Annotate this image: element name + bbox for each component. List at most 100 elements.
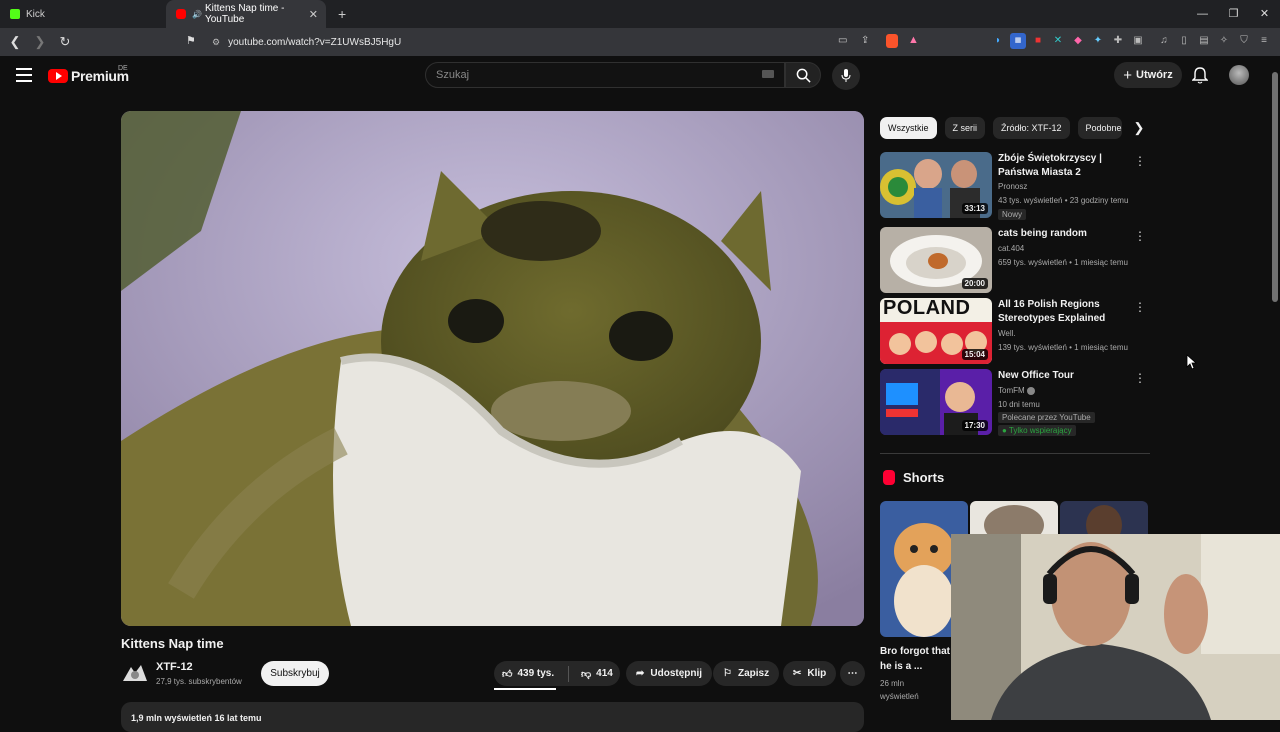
video-meta: 139 tys. wyświetleń • 1 miesiąc temu: [998, 343, 1128, 352]
chip-source[interactable]: Źródło: XTF-12: [993, 117, 1070, 139]
wallet-icon[interactable]: ▤: [1196, 33, 1212, 49]
share-icon[interactable]: ⇪: [861, 35, 869, 46]
music-icon[interactable]: ♫: [1156, 33, 1172, 49]
duration-badge: 15:04: [961, 349, 988, 360]
extension-icon[interactable]: ■: [1030, 33, 1046, 49]
video-thumbnail[interactable]: 20:00: [880, 227, 992, 293]
page-scrollbar[interactable]: [1270, 60, 1280, 720]
thumbs-up-icon: 👍︎: [502, 668, 513, 680]
video-title: Kittens Nap time: [121, 636, 224, 651]
search-input[interactable]: Szukaj: [425, 62, 785, 88]
thumbnail-text: POLAND: [883, 298, 971, 319]
more-vert-icon[interactable]: ⋮: [1134, 300, 1146, 314]
like-ratio-bar: [494, 688, 556, 690]
dislike-button[interactable]: 👎︎ 414: [575, 668, 613, 680]
search-button[interactable]: [785, 62, 821, 88]
video-title[interactable]: New Office Tour: [998, 369, 1138, 383]
extension-icon[interactable]: ◆: [1070, 33, 1086, 49]
save-button[interactable]: ⚐ Zapisz: [713, 661, 780, 686]
like-dislike-group: 👍︎ 439 tys. 👎︎ 414: [494, 661, 620, 686]
video-thumbnail[interactable]: 33:13: [880, 152, 992, 218]
video-thumbnail[interactable]: POLAND 15:04: [880, 298, 992, 364]
new-tab-button[interactable]: +: [338, 6, 346, 22]
duration-badge: 20:00: [961, 278, 988, 289]
extensions-icon[interactable]: ✚: [1110, 33, 1126, 49]
channel-name[interactable]: cat.404: [998, 244, 1024, 253]
more-actions-button[interactable]: ⋯: [840, 661, 865, 686]
extension-icon[interactable]: ✕: [1050, 33, 1066, 49]
menu-icon[interactable]: [16, 68, 32, 86]
url-text: youtube.com/watch?v=Z1UWsBJ5HgU: [228, 36, 402, 48]
extension-icon[interactable]: ◗: [990, 33, 1006, 49]
video-title[interactable]: cats being random: [998, 227, 1138, 241]
extension-icon[interactable]: ▦: [1010, 33, 1026, 49]
scrollbar-thumb[interactable]: [1272, 72, 1278, 302]
channel-name[interactable]: XTF-12: [156, 661, 193, 673]
recommended-badge: Polecane przez YouTube: [998, 412, 1095, 423]
tab-youtube[interactable]: 🔊 Kittens Nap time - YouTube ✕: [166, 0, 326, 28]
chip-series[interactable]: Z serii: [944, 117, 985, 139]
cast-icon[interactable]: ▭: [838, 35, 847, 46]
chevron-right-icon[interactable]: ❯: [1134, 120, 1145, 136]
address-bar[interactable]: ⚙ youtube.com/watch?v=Z1UWsBJ5HgU: [212, 31, 962, 53]
sidebar-icon[interactable]: ▯: [1176, 33, 1192, 49]
share-button[interactable]: ➦ Udostępnij: [626, 661, 713, 686]
webcam-overlay: [951, 534, 1280, 720]
scissors-icon: ✂: [793, 668, 802, 679]
brave-rewards-icon[interactable]: ▲: [908, 34, 919, 46]
brave-shield-icon[interactable]: [886, 34, 898, 48]
description-box[interactable]: 1,9 mln wyświetleń 16 lat temu: [121, 702, 864, 732]
more-vert-icon[interactable]: ⋮: [1134, 371, 1146, 385]
recommendation-item[interactable]: POLAND 15:04 All 16 Polish Regions Stere…: [880, 298, 1150, 364]
video-title[interactable]: Zbóje Świętokrzyscy | Państwa Miasta 2: [998, 152, 1138, 180]
like-button[interactable]: 👍︎ 439 tys.: [494, 668, 562, 680]
search-icon: [796, 68, 811, 83]
recommendation-item[interactable]: 33:13 Zbóje Świętokrzyscy | Państwa Mias…: [880, 152, 1150, 220]
video-player[interactable]: [121, 111, 864, 626]
short-title[interactable]: Bro forgot that he is a ...: [880, 644, 950, 674]
channel-name[interactable]: Well.: [998, 329, 1016, 338]
thumbs-down-icon: 👎︎: [581, 668, 592, 680]
minimize-icon[interactable]: —: [1187, 0, 1218, 28]
bookmark-icon[interactable]: ⚑: [186, 34, 196, 47]
menu-icon[interactable]: ≡: [1256, 33, 1272, 49]
dislike-count: 414: [596, 668, 613, 679]
chip-all[interactable]: Wszystkie: [880, 117, 937, 139]
tab-label: Kittens Nap time - YouTube: [204, 3, 285, 25]
reload-icon[interactable]: ↻: [55, 34, 75, 50]
leo-icon[interactable]: ✧: [1216, 33, 1232, 49]
close-window-icon[interactable]: ✕: [1249, 0, 1280, 28]
video-thumbnail[interactable]: 17:30: [880, 369, 992, 435]
more-vert-icon[interactable]: ⋮: [1134, 229, 1146, 243]
shorts-icon: [883, 470, 895, 485]
recommendation-item[interactable]: 17:30 New Office Tour TomFM 10 dni temu …: [880, 369, 1150, 439]
extension-icon[interactable]: ✦: [1090, 33, 1106, 49]
voice-search-button[interactable]: [832, 62, 860, 90]
channel-name[interactable]: TomFM: [998, 386, 1035, 395]
more-vert-icon[interactable]: ⋮: [1134, 154, 1146, 168]
vpn-icon[interactable]: ⛉: [1236, 33, 1252, 49]
clip-button[interactable]: ✂ Klip: [783, 661, 837, 686]
chip-related[interactable]: Podobne: [1077, 117, 1122, 139]
youtube-logo[interactable]: Premium DE: [48, 65, 129, 84]
audio-icon: 🔊: [192, 9, 202, 19]
notifications-icon[interactable]: [1192, 67, 1208, 84]
verified-icon: [1026, 386, 1035, 395]
channel-name[interactable]: Pronosz: [998, 182, 1027, 191]
site-info-icon[interactable]: ⚙: [212, 37, 220, 48]
account-avatar[interactable]: [1229, 65, 1249, 85]
create-button[interactable]: + Utwórz: [1114, 62, 1182, 88]
back-icon[interactable]: ❮: [5, 34, 25, 50]
restore-icon[interactable]: ❐: [1218, 0, 1249, 28]
forward-icon[interactable]: ❯: [30, 34, 50, 50]
save-label: Zapisz: [737, 668, 770, 679]
video-meta: 659 tys. wyświetleń • 1 miesiąc temu: [998, 258, 1128, 267]
subscribe-button[interactable]: Subskrybuj: [261, 661, 329, 686]
tab-kick[interactable]: Kick: [0, 0, 166, 28]
keyboard-icon[interactable]: [762, 70, 774, 78]
recommendation-item[interactable]: 20:00 cats being random cat.404 659 tys.…: [880, 227, 1150, 293]
video-title[interactable]: All 16 Polish Regions Stereotypes Explai…: [998, 298, 1138, 326]
screenshot-icon[interactable]: ▣: [1130, 33, 1146, 49]
close-tab-icon[interactable]: ✕: [309, 8, 318, 21]
channel-avatar[interactable]: [121, 661, 149, 685]
